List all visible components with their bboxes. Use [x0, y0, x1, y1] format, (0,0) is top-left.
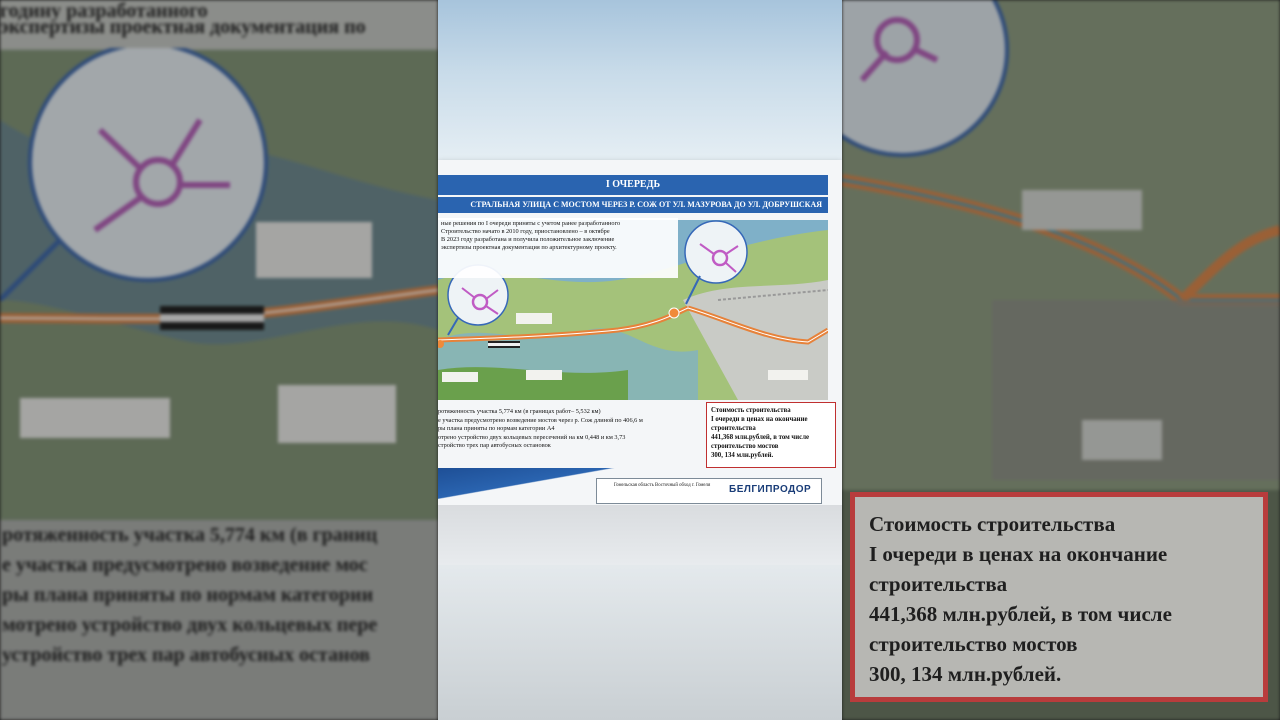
footer-region: Гомельская область Восточный обход г. Го…	[613, 483, 711, 488]
left-fact-2: е участка предусмотрено возведение мос	[2, 554, 368, 576]
description-line-3: В 2023 году разработана и получила полож…	[441, 236, 615, 243]
footer-info-box: Гомельская область Восточный обход г. Го…	[596, 478, 822, 504]
cost-line-2: I очереди в ценах на окончание	[711, 416, 808, 423]
description-line-2: Строительство начато в 2010 году, приост…	[441, 228, 610, 235]
cost-line-3: строительства	[711, 425, 756, 432]
facts-list: ротяженность участка 5,774 км (в граница…	[438, 408, 700, 451]
company-logo: БЕЛГИПРОДОР	[729, 484, 812, 495]
left-fact-3: ры плана приняты по нормам категории	[2, 584, 374, 606]
right-cost-box: Стоимость строительства I очереди в цена…	[850, 492, 1268, 702]
right-cost-line-3: строительства	[869, 572, 1008, 596]
description-line-4: экспертизы проектная документация по арх…	[441, 244, 617, 251]
fact-line-4: отрено устройство двух кольцевых пересеч…	[438, 433, 626, 441]
right-cost-line-2: I очереди в ценах на окончание	[869, 542, 1168, 566]
left-blurred-background: годину разработанного экспертизы проектн…	[0, 0, 438, 720]
fact-line-5: стройство трех пар автобусных остановок	[438, 442, 551, 450]
left-facts-block: ротяженность участка 5,774 км (в границ …	[0, 520, 438, 720]
cost-line-5: строительство мостов	[711, 443, 779, 450]
left-fact-1: ротяженность участка 5,774 км (в границ	[2, 524, 378, 546]
fact-line-3: ры плана приняты по нормам категории А4	[438, 425, 555, 433]
cost-line-1: Стоимость строительства	[711, 407, 791, 414]
cost-box: Стоимость строительства I очереди в цена…	[706, 402, 836, 468]
poster-subtitle: СТРАЛЬНАЯ УЛИЦА С МОСТОМ ЧЕРЕЗ Р. СОЖ ОТ…	[438, 197, 828, 213]
cost-line-6: 300, 134 млн.рублей.	[711, 452, 774, 459]
right-cost-line-5: строительство мостов	[869, 632, 1078, 656]
poster-footer: Гомельская область Восточный обход г. Го…	[438, 468, 842, 505]
right-cost-line-6: 300, 134 млн.рублей.	[869, 662, 1062, 686]
fact-line-2: е участка предусмотрено возведение мосто…	[438, 416, 643, 424]
fact-line-1: ротяженность участка 5,774 км (в граница…	[438, 408, 601, 415]
right-cost-line-4: 441,368 млн.рублей, в том числе	[869, 602, 1172, 626]
center-photo: I ОЧЕРЕДЬ СТРАЛЬНАЯ УЛИЦА С МОСТОМ ЧЕРЕЗ…	[438, 0, 842, 720]
sky-area	[438, 0, 842, 160]
left-fact-5: устройство трех пар автобусных останов	[2, 644, 370, 666]
left-fact-4: мотрено устройство двух кольцевых пере	[2, 614, 378, 636]
poster-title: I ОЧЕРЕДЬ	[438, 175, 828, 195]
description-line-1: ные решения по I очереди приняты с учето…	[441, 220, 621, 227]
right-cost-line-1: Стоимость строительства	[869, 512, 1116, 536]
project-poster: I ОЧЕРЕДЬ СТРАЛЬНАЯ УЛИЦА С МОСТОМ ЧЕРЕЗ…	[438, 160, 842, 505]
below-poster-area	[438, 505, 842, 565]
left-header-line-2: экспертизы проектная документация по	[0, 16, 366, 38]
description-panel: ные решения по I очереди приняты с учето…	[438, 218, 678, 278]
cost-line-4: 441,368 млн.рублей, в том числе	[711, 434, 810, 441]
